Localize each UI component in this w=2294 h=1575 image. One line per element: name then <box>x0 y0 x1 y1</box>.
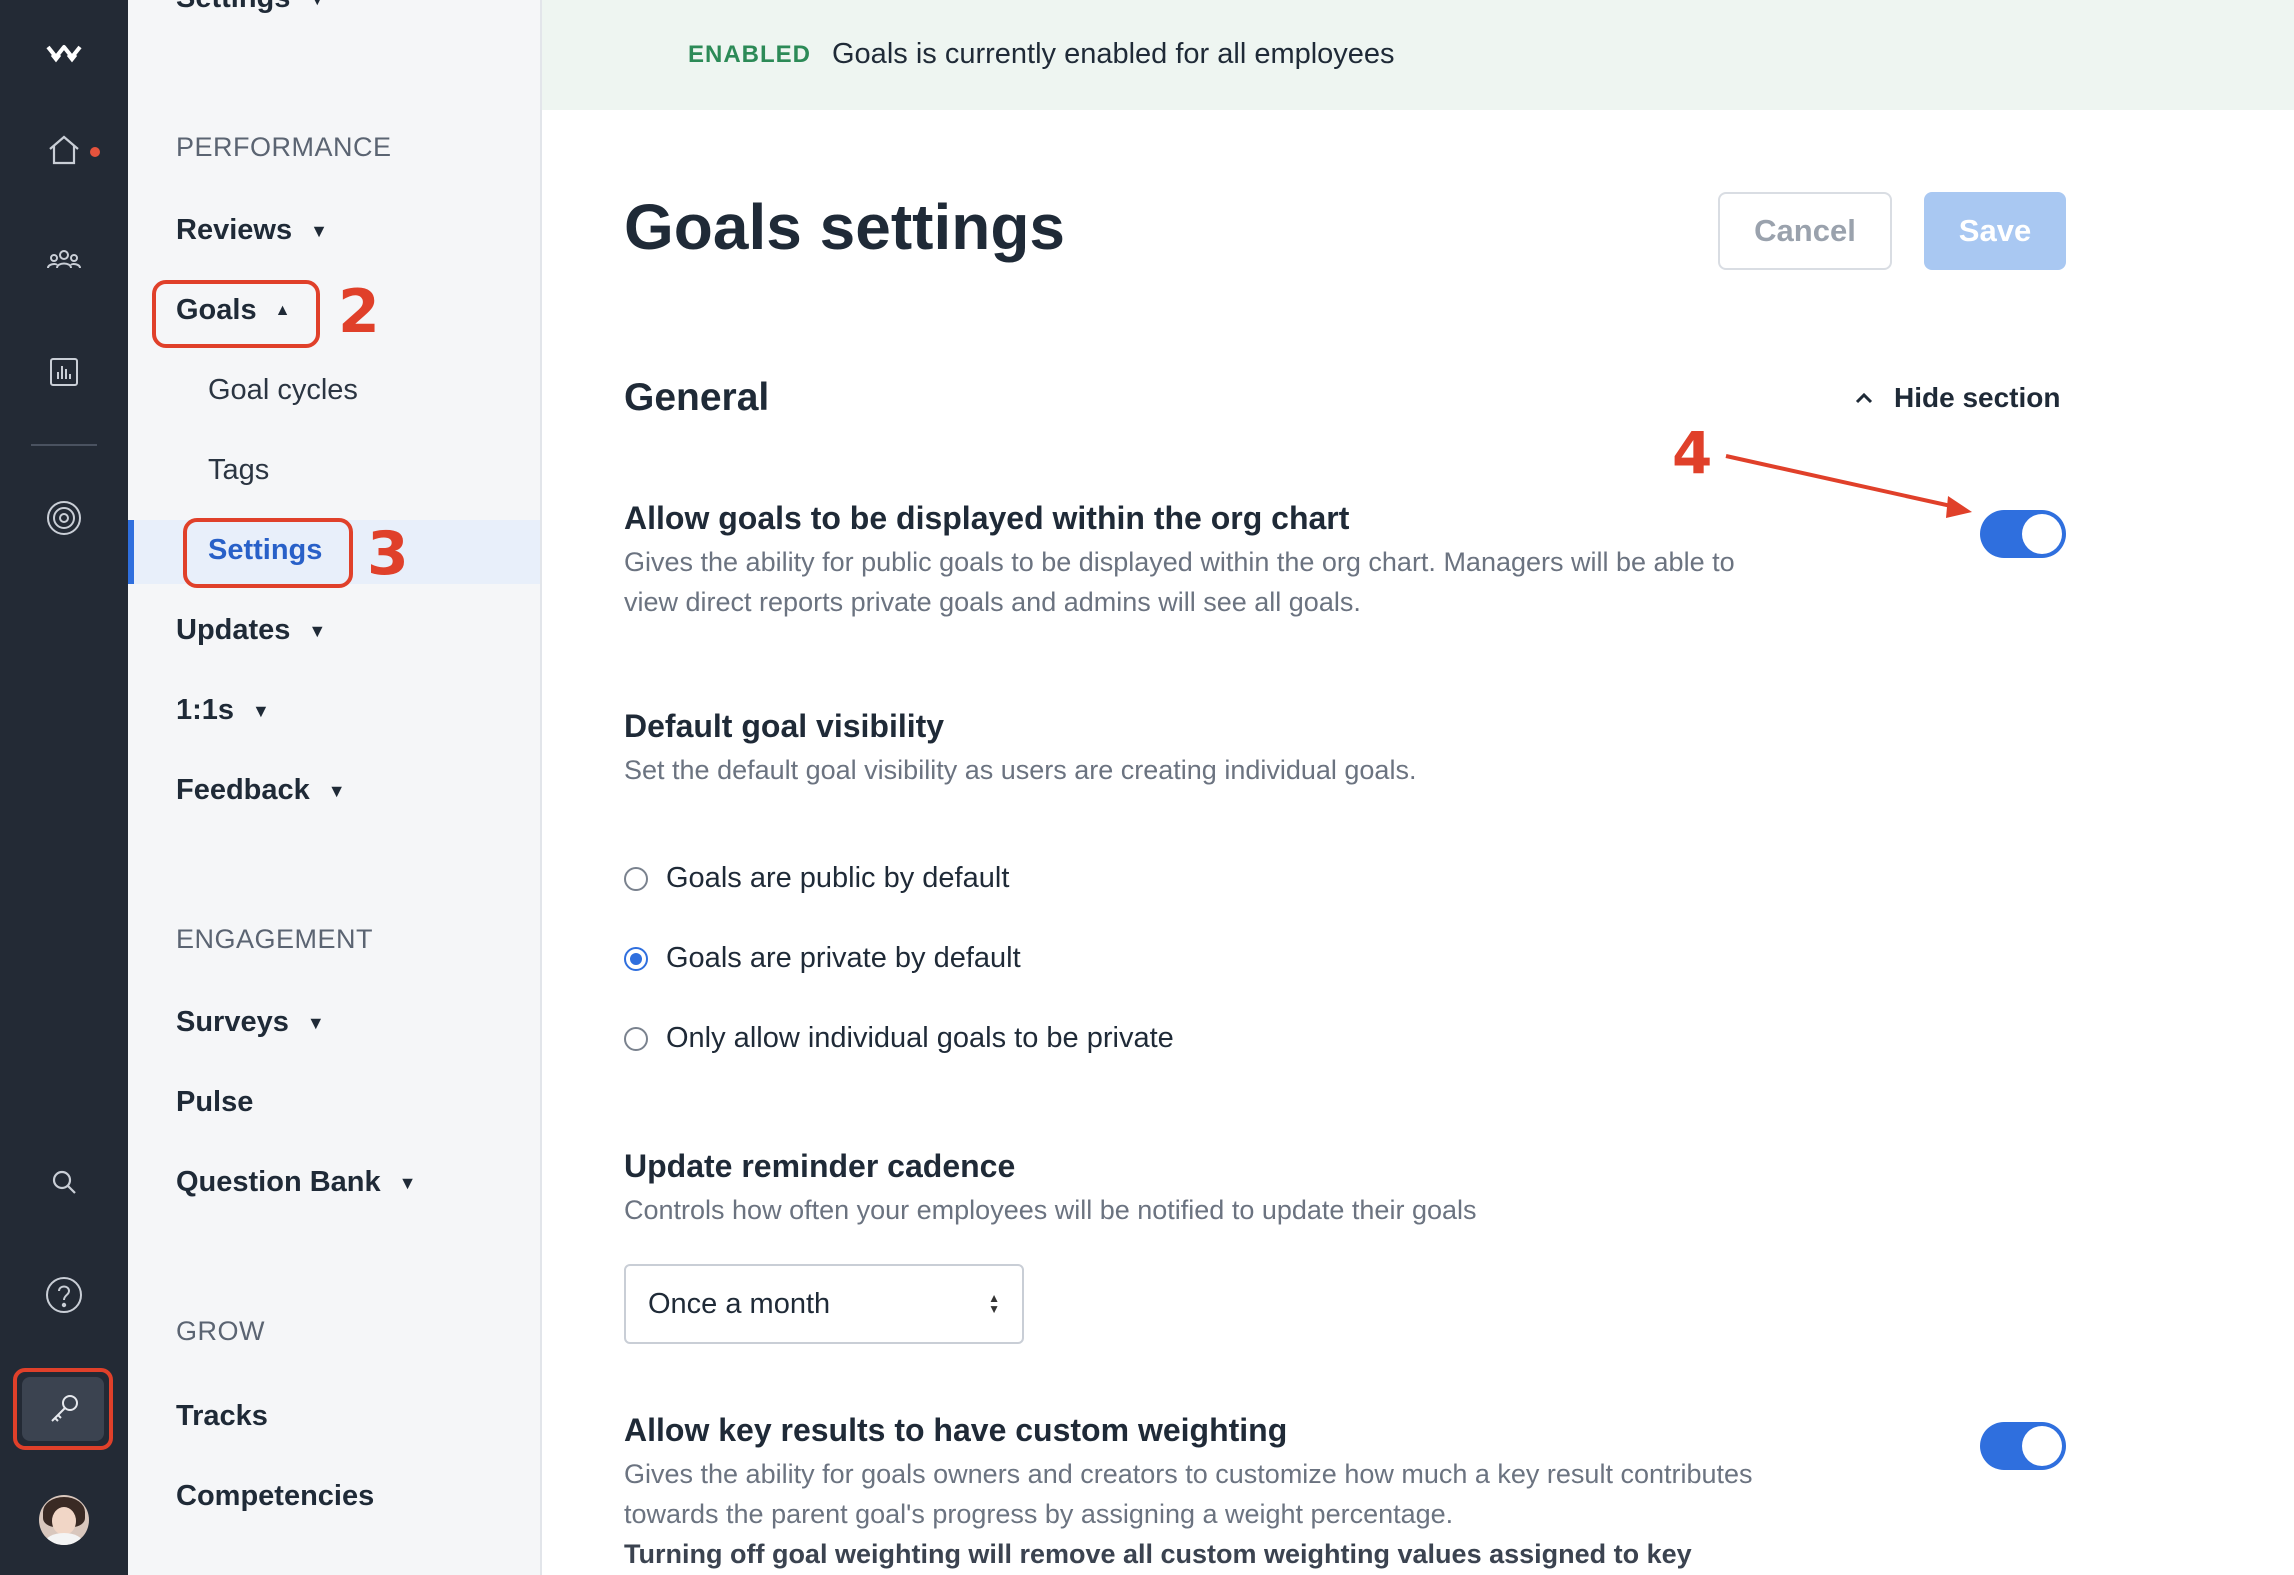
radio-label: Goals are public by default <box>666 862 1010 894</box>
section-heading-grow: GROW <box>176 1316 265 1346</box>
chevron-down-icon: ▼ <box>327 780 346 801</box>
select-arrows-icon: ▲ ▼ <box>988 1291 1000 1316</box>
status-banner: ENABLED Goals is currently enabled for a… <box>542 0 2294 110</box>
org-chart-setting-title: Allow goals to be displayed within the o… <box>624 500 1350 536</box>
analytics-icon[interactable] <box>24 337 104 407</box>
weighting-desc-text: Gives the ability for goals owners and c… <box>624 1459 1753 1529</box>
weighting-setting-desc: Gives the ability for goals owners and c… <box>624 1454 1794 1574</box>
notification-dot <box>90 147 100 157</box>
annotation-number-2: 2 <box>338 277 380 347</box>
annotation-number-3: 3 <box>367 519 409 589</box>
sidebar-active-indicator <box>128 520 134 584</box>
logo-icon-graphic <box>46 45 82 63</box>
radio-option-individual-private[interactable]: Only allow individual goals to be privat… <box>624 1022 1174 1055</box>
radio-option-public[interactable]: Goals are public by default <box>624 862 1009 895</box>
main-content: Goals settings Cancel Save General Hide … <box>542 110 2294 1575</box>
chevron-down-icon: ▼ <box>310 220 328 241</box>
sidebar-item-pulse[interactable]: Pulse <box>176 1086 253 1119</box>
cadence-select-value: Once a month <box>648 1287 831 1320</box>
radio-button[interactable] <box>624 866 648 891</box>
chevron-down-icon: ▼ <box>308 0 326 10</box>
logo-icon[interactable] <box>24 18 104 88</box>
toggle-knob <box>2022 514 2062 554</box>
sidebar-item-updates[interactable]: Updates ▼ <box>176 614 326 647</box>
page-title: Goals settings <box>624 191 1065 263</box>
toggle-knob <box>2022 1426 2062 1466</box>
radio-button-checked[interactable] <box>624 946 648 971</box>
sidebar-item-goal-cycles[interactable]: Goal cycles <box>208 374 358 407</box>
weighting-setting-title: Allow key results to have custom weighti… <box>624 1412 1288 1448</box>
cadence-setting-desc: Controls how often your employees will b… <box>624 1195 1477 1225</box>
sidebar-item-1on1s[interactable]: 1:1s ▼ <box>176 694 270 727</box>
chevron-down-icon: ▼ <box>398 1172 417 1193</box>
annotation-box-3 <box>183 518 353 588</box>
status-badge: ENABLED <box>688 41 812 68</box>
avatar[interactable] <box>39 1495 89 1545</box>
help-icon[interactable] <box>24 1260 104 1330</box>
sidebar-item-feedback[interactable]: Feedback ▼ <box>176 774 346 807</box>
weighting-warning: Turning off goal weighting will remove a… <box>624 1539 1692 1569</box>
radio-label: Only allow individual goals to be privat… <box>666 1022 1174 1054</box>
save-button[interactable]: Save <box>1924 192 2066 270</box>
rail-divider <box>31 444 97 446</box>
section-title-general: General <box>624 376 770 419</box>
org-chart-toggle[interactable] <box>1980 510 2066 558</box>
sidebar-item-competencies[interactable]: Competencies <box>176 1480 374 1513</box>
sidebar-item-tracks[interactable]: Tracks <box>176 1400 268 1433</box>
target-icon[interactable] <box>24 483 104 553</box>
org-chart-setting-desc: Gives the ability for public goals to be… <box>624 547 1735 617</box>
hide-section-button[interactable]: Hide section <box>1852 382 2060 414</box>
radio-button[interactable] <box>624 1026 648 1051</box>
radio-label: Goals are private by default <box>666 942 1021 974</box>
chevron-down-icon: ▼ <box>306 1012 325 1033</box>
visibility-setting-desc: Set the default goal visibility as users… <box>624 755 1417 785</box>
chevron-down-icon: ▼ <box>308 620 327 641</box>
sidebar-item-reviews[interactable]: Reviews ▼ <box>176 214 328 247</box>
annotation-box-2 <box>152 280 320 348</box>
section-heading-performance: PERFORMANCE <box>176 132 392 162</box>
sidebar-item-settings-top[interactable]: Settings▼ <box>176 0 326 15</box>
search-icon[interactable] <box>24 1147 104 1217</box>
weighting-toggle[interactable] <box>1980 1422 2066 1470</box>
sidebar-item-tags[interactable]: Tags <box>208 454 269 487</box>
settings-sidebar: Settings▼ PERFORMANCE Reviews▼ Goals▲ 2 … <box>128 0 542 1575</box>
annotation-box-1 <box>13 1368 113 1450</box>
cadence-select[interactable]: Once a month ▲ ▼ <box>624 1264 1024 1344</box>
visibility-setting-title: Default goal visibility <box>624 708 945 744</box>
people-icon[interactable] <box>24 225 104 295</box>
sidebar-item-question-bank[interactable]: Question Bank ▼ <box>176 1166 416 1199</box>
sidebar-item-surveys[interactable]: Surveys ▼ <box>176 1006 325 1039</box>
chevron-down-icon: ▼ <box>252 700 270 721</box>
hide-section-label: Hide section <box>1894 382 2061 413</box>
cadence-setting-title: Update reminder cadence <box>624 1148 1016 1184</box>
cancel-button[interactable]: Cancel <box>1718 192 1892 270</box>
radio-option-private[interactable]: Goals are private by default <box>624 942 1021 975</box>
annotation-arrow <box>1725 454 1972 518</box>
chevron-up-icon <box>1855 392 1873 404</box>
banner-message: Goals is currently enabled for all emplo… <box>832 38 1395 70</box>
annotation-number-4: 4 <box>1672 419 1713 487</box>
icon-rail <box>0 0 128 1575</box>
section-heading-engagement: ENGAGEMENT <box>176 924 374 954</box>
